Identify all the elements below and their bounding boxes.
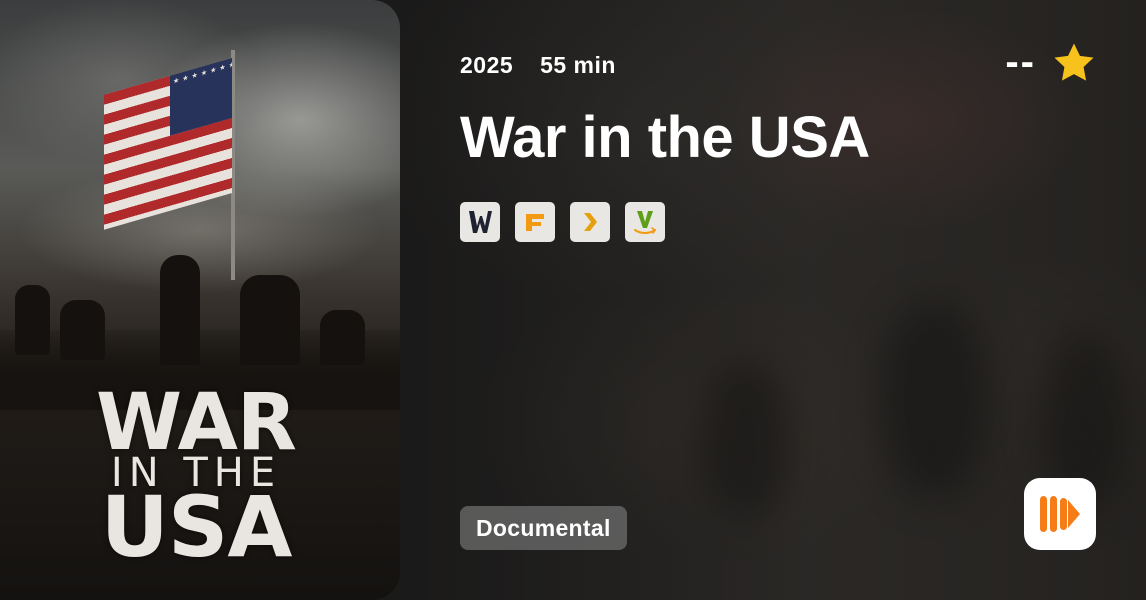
movie-meta: 2025 55 min [460,52,636,79]
app-logo-icon[interactable] [1024,478,1096,550]
poster-title-line: USA [100,478,293,576]
poster-soldier [160,255,200,365]
release-year: 2025 [460,52,514,78]
poster-flag: ★★★★★★★★★★★★★★★★★★★★★★★★★★★★★★★★★★★★ [104,58,232,230]
streaming-providers [460,202,665,242]
poster-soldier [320,310,365,365]
movie-card: ★★★★★★★★★★★★★★★★★★★★★★★★★★★★★★★★★★★★ WAR… [0,0,1146,600]
poster-soldier [60,300,105,360]
movie-poster[interactable]: ★★★★★★★★★★★★★★★★★★★★★★★★★★★★★★★★★★★★ WAR… [0,0,400,600]
poster-soldier [240,275,300,365]
amazon-video-provider-icon[interactable] [625,202,665,242]
w-provider-icon[interactable] [460,202,500,242]
movie-title: War in the USA [460,105,870,170]
plex-provider-icon[interactable] [570,202,610,242]
f-provider-icon[interactable] [515,202,555,242]
poster-soldier [15,285,50,355]
genre-badge[interactable]: Documental [460,506,627,550]
runtime: 55 min [540,52,616,78]
rating-value: -- [1005,40,1036,84]
star-icon [1054,43,1094,81]
